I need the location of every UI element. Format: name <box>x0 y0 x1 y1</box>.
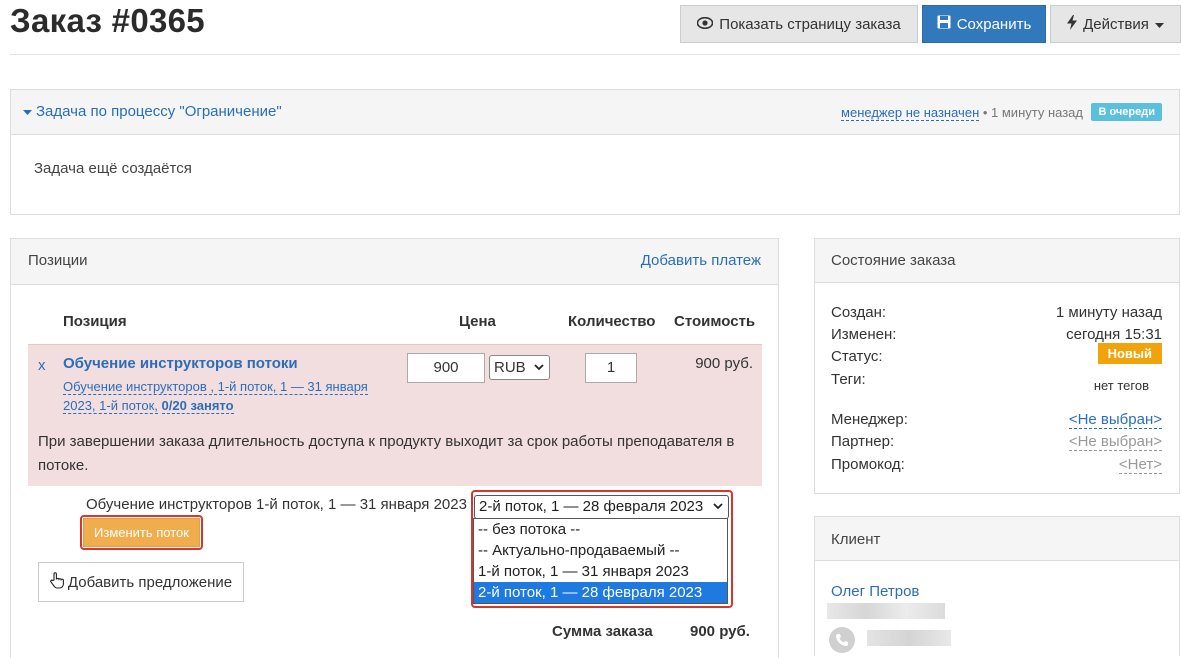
order-total-value: 900 руб. <box>690 623 750 640</box>
item-seats-count[interactable]: 0/20 занято <box>161 398 234 414</box>
add-offer-button[interactable]: Добавить предложение <box>38 562 244 602</box>
task-panel: Задача по процессу "Ограничение" менедже… <box>10 89 1180 215</box>
order-state-header: Состояние заказа <box>815 239 1179 283</box>
task-manager-link[interactable]: менеджер не назначен <box>841 105 980 121</box>
item-warning-note: При завершении заказа длительность досту… <box>38 433 735 474</box>
price-input[interactable]: 900 <box>407 353 485 383</box>
task-panel-header: Задача по процессу "Ограничение" менедже… <box>11 90 1179 135</box>
column-header-price: Цена <box>459 313 496 330</box>
task-body-text: Задача ещё создаётся <box>34 160 192 177</box>
client-email-redacted <box>827 603 945 619</box>
client-phone-redacted <box>867 630 951 646</box>
stream-select[interactable]: 2-й поток, 1 — 28 февраля 2023 <box>474 495 729 519</box>
add-offer-label: Добавить предложение <box>67 573 233 591</box>
current-stream-label: Обучение инструкторов 1-й поток, 1 — 31 … <box>86 496 467 513</box>
status-badge[interactable]: Новый <box>1097 343 1162 364</box>
tags-value[interactable]: нет тегов <box>1094 378 1149 393</box>
column-header-cost: Стоимость <box>674 313 756 330</box>
tags-label: Теги: <box>831 371 866 388</box>
manager-label: Менеджер: <box>831 411 908 428</box>
item-cost: 900 руб. <box>695 355 753 372</box>
task-title: Задача по процессу "Ограничение" <box>36 103 282 120</box>
stream-option-selected[interactable]: 2-й поток, 1 — 28 февраля 2023 <box>474 582 727 603</box>
modified-label: Изменен: <box>831 326 897 343</box>
column-header-position: Позиция <box>63 313 127 330</box>
table-row: x Обучение инструкторов потоки Обучение … <box>28 344 762 486</box>
caret-down-icon <box>23 103 32 120</box>
client-panel: Клиент Олег Петров <box>814 516 1180 656</box>
manager-select[interactable]: <Не выбран> <box>1068 411 1162 429</box>
currency-value: RUB <box>494 359 526 376</box>
currency-select[interactable]: RUB <box>489 355 550 380</box>
stream-select-value: 2-й поток, 1 — 28 февраля 2023 <box>479 498 704 515</box>
add-payment-link[interactable]: Добавить платеж <box>641 252 761 269</box>
order-state-title: Состояние заказа <box>831 252 956 269</box>
modified-value: сегодня 15:31 <box>1066 326 1162 343</box>
task-meta: менеджер не назначен • 1 минуту назад <box>841 105 1083 121</box>
order-total-label: Сумма заказа <box>552 623 653 640</box>
promocode-label: Промокод: <box>831 456 905 473</box>
show-order-page-label: Показать страницу заказа <box>719 15 901 33</box>
bolt-icon <box>1067 14 1078 34</box>
client-title: Клиент <box>831 531 881 548</box>
client-header: Клиент <box>815 517 1179 561</box>
item-subtitle: Обучение инструкторов , 1-й поток, 1 — 3… <box>63 377 393 415</box>
change-stream-button[interactable]: Изменить поток <box>83 518 200 547</box>
save-button[interactable]: Сохранить <box>922 5 1046 43</box>
stream-option[interactable]: -- Актуально-продаваемый -- <box>474 540 727 561</box>
promocode-select[interactable]: <Нет> <box>1118 456 1162 474</box>
task-time: • 1 минуту назад <box>979 105 1083 120</box>
positions-panel-header: Позиции Добавить платеж <box>11 239 778 285</box>
header-divider <box>10 54 1180 55</box>
save-icon <box>937 15 951 33</box>
stream-options-list: -- без потока -- -- Актуально-продаваемы… <box>473 518 728 604</box>
partner-label: Партнер: <box>831 433 895 450</box>
order-state-panel: Состояние заказа Создан: 1 минуту назад … <box>814 238 1180 494</box>
remove-item-button[interactable]: x <box>38 357 46 374</box>
status-label: Статус: <box>831 348 883 365</box>
item-name-link[interactable]: Обучение инструкторов потоки <box>63 355 298 372</box>
actions-dropdown-button[interactable]: Действия <box>1050 5 1181 43</box>
eye-icon <box>696 16 714 33</box>
client-name-link[interactable]: Олег Петров <box>831 583 919 600</box>
stream-option[interactable]: -- без потока -- <box>474 519 727 540</box>
quantity-input[interactable]: 1 <box>585 353 637 383</box>
partner-select[interactable]: <Не выбран> <box>1068 433 1162 451</box>
save-label: Сохранить <box>956 15 1032 33</box>
created-label: Создан: <box>831 304 887 321</box>
created-value: 1 минуту назад <box>1055 304 1162 321</box>
caret-down-icon <box>1154 16 1164 33</box>
show-order-page-button[interactable]: Показать страницу заказа <box>680 5 918 43</box>
stream-option[interactable]: 1-й поток, 1 — 31 января 2023 <box>474 561 727 582</box>
task-status-badge: В очереди <box>1091 103 1162 121</box>
task-toggle[interactable]: Задача по процессу "Ограничение" <box>23 103 282 120</box>
chevron-down-icon <box>534 356 544 388</box>
positions-panel: Позиции Добавить платеж Позиция Цена Кол… <box>10 238 779 658</box>
column-header-quantity: Количество <box>568 313 656 330</box>
page-title: Заказ #0365 <box>10 2 205 39</box>
hand-pointer-icon <box>50 571 64 593</box>
phone-icon <box>829 627 855 653</box>
positions-title: Позиции <box>28 252 88 269</box>
actions-label: Действия <box>1083 15 1149 33</box>
